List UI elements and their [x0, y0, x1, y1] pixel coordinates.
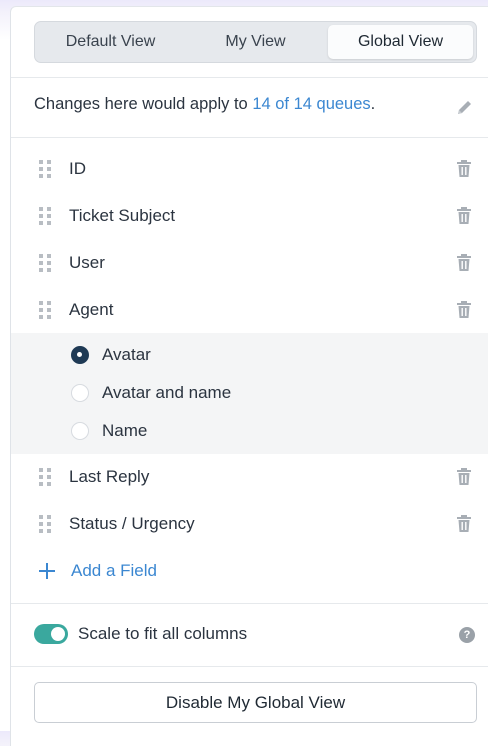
help-icon[interactable]: ? — [459, 627, 475, 643]
radio-option-name[interactable]: Name — [11, 413, 488, 449]
field-row-agent[interactable]: Agent — [11, 290, 488, 330]
field-label: Agent — [69, 300, 114, 319]
divider — [11, 77, 488, 78]
drag-handle-icon[interactable] — [38, 253, 52, 273]
tab-global-view[interactable]: Global View — [328, 25, 473, 59]
field-label: Ticket Subject — [69, 206, 176, 225]
tab-my-view[interactable]: My View — [183, 25, 328, 59]
radio-button[interactable] — [71, 384, 89, 402]
plus-icon — [39, 563, 55, 579]
field-row-ticket-subject[interactable]: Ticket Subject — [11, 196, 488, 236]
radio-button[interactable] — [71, 346, 89, 364]
trash-icon[interactable] — [456, 301, 472, 319]
drag-handle-icon[interactable] — [38, 514, 52, 534]
field-label: User — [69, 253, 105, 272]
add-field-label: Add a Field — [71, 561, 157, 580]
divider — [11, 603, 488, 604]
radio-button[interactable] — [71, 422, 89, 440]
drag-handle-icon[interactable] — [38, 206, 52, 226]
disable-global-view-button[interactable]: Disable My Global View — [34, 682, 477, 723]
field-row-id[interactable]: ID — [11, 149, 488, 189]
queues-link[interactable]: 14 of 14 queues — [252, 95, 370, 113]
field-row-last-reply[interactable]: Last Reply — [11, 457, 488, 497]
tab-default-view[interactable]: Default View — [38, 25, 183, 59]
field-label: Status / Urgency — [69, 514, 195, 533]
columns-panel: Default View My View Global View Changes… — [10, 6, 488, 746]
scale-to-fit-label: Scale to fit all columns — [78, 624, 248, 643]
drag-handle-icon[interactable] — [38, 159, 52, 179]
divider — [11, 137, 488, 138]
view-switcher: Default View My View Global View — [34, 21, 477, 63]
radio-label: Avatar — [102, 345, 151, 364]
trash-icon[interactable] — [456, 207, 472, 225]
field-label: Last Reply — [69, 467, 150, 486]
field-label: ID — [69, 159, 86, 178]
drag-handle-icon[interactable] — [38, 467, 52, 487]
add-field-button[interactable]: Add a Field — [37, 559, 157, 583]
divider — [11, 666, 488, 667]
trash-icon[interactable] — [456, 468, 472, 486]
scope-notice-suffix: . — [370, 95, 376, 113]
scale-to-fit-toggle[interactable] — [34, 624, 68, 644]
pencil-icon[interactable] — [455, 97, 475, 117]
trash-icon[interactable] — [456, 254, 472, 272]
radio-label: Name — [102, 421, 148, 440]
field-row-status-urgency[interactable]: Status / Urgency — [11, 504, 488, 544]
field-row-user[interactable]: User — [11, 243, 488, 283]
trash-icon[interactable] — [456, 160, 472, 178]
radio-option-avatar[interactable]: Avatar — [11, 337, 488, 373]
radio-option-avatar-and-name[interactable]: Avatar and name — [11, 375, 488, 411]
scope-notice: Changes here would apply to 14 of 14 que… — [34, 95, 375, 114]
radio-label: Avatar and name — [102, 383, 232, 402]
trash-icon[interactable] — [456, 515, 472, 533]
scope-notice-prefix: Changes here would apply to — [34, 95, 253, 113]
drag-handle-icon[interactable] — [38, 300, 52, 320]
